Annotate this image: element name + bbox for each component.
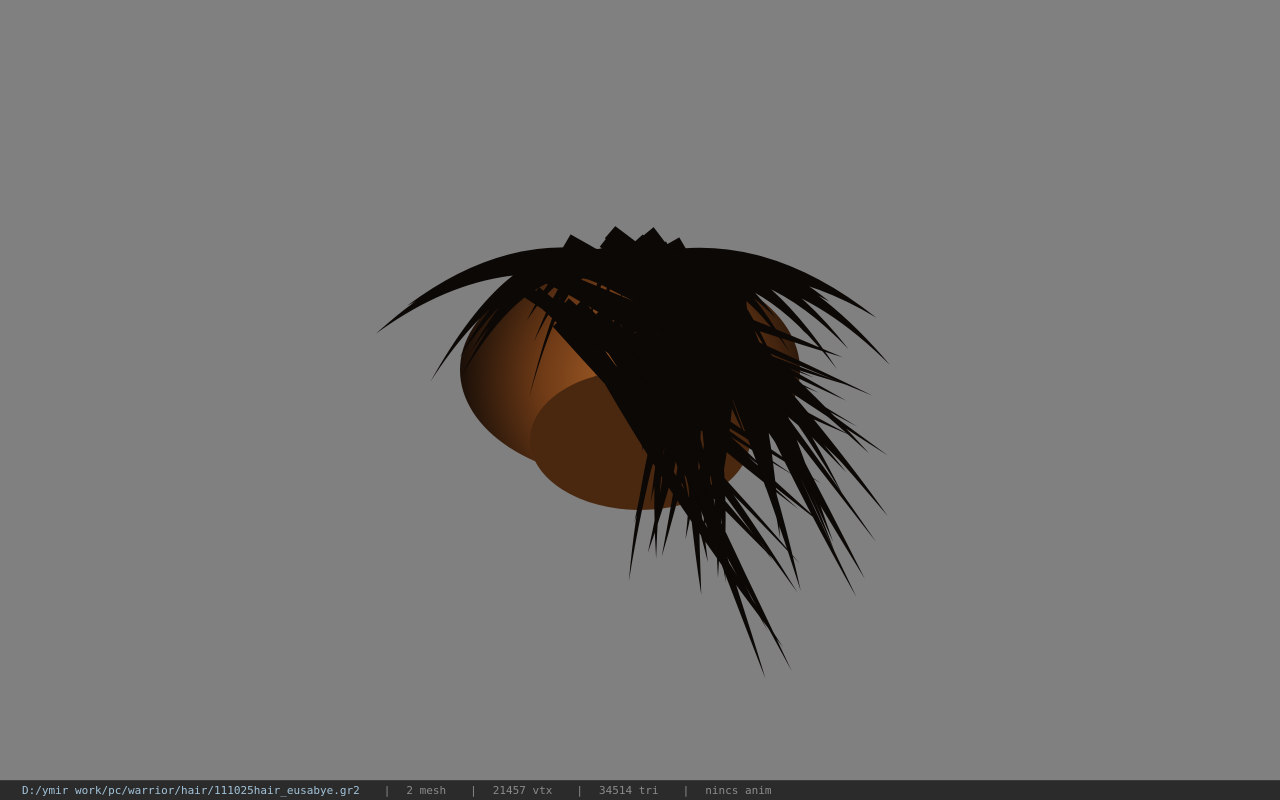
animation-status: nincs anim: [705, 784, 772, 797]
triangle-count: 34514 tri: [599, 784, 659, 797]
file-path: D:/ymir work/pc/warrior/hair/111025hair_…: [22, 784, 360, 797]
3d-viewport[interactable]: [0, 0, 1280, 780]
separator: |: [383, 784, 391, 797]
separator: |: [576, 784, 583, 797]
vertex-count: 21457 vtx: [492, 784, 553, 797]
separator: |: [682, 784, 690, 797]
hair-model[interactable]: [0, 0, 1280, 780]
mesh-count: 2 mesh: [406, 784, 447, 797]
status-bar: D:/ymir work/pc/warrior/hair/111025hair_…: [0, 780, 1280, 800]
separator: |: [470, 784, 477, 797]
